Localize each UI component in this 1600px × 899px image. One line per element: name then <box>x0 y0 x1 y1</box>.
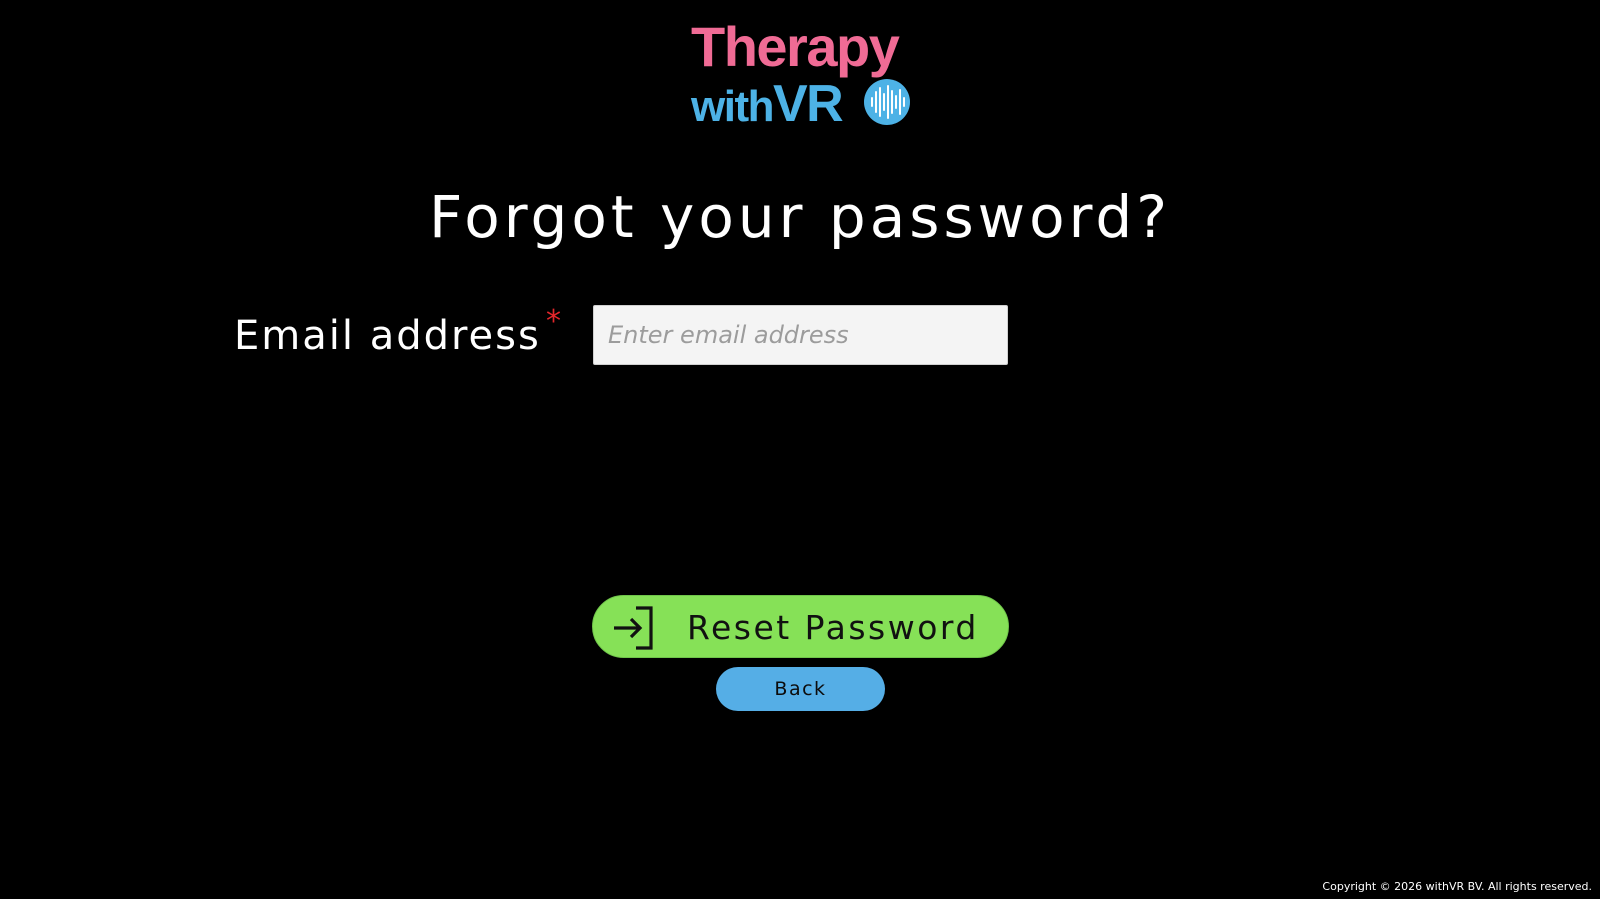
forgot-password-page: Therapy withVR Forgot your password? Ema… <box>0 0 1600 899</box>
back-button[interactable]: Back <box>716 667 885 711</box>
login-arrow-icon <box>614 606 653 650</box>
email-field[interactable] <box>593 305 1008 365</box>
page-title: Forgot your password? <box>428 183 1172 251</box>
logo-text-therapy: Therapy <box>691 15 900 78</box>
required-indicator: * <box>546 304 561 339</box>
logo-text-with: with <box>691 82 774 131</box>
reset-password-label: Reset Password <box>687 608 979 647</box>
logo-text-vr: VR <box>772 75 844 133</box>
reset-password-button[interactable]: Reset Password <box>592 595 1009 658</box>
email-field-label: Email address <box>234 313 541 359</box>
therapy-withvr-logo: Therapy withVR <box>689 15 913 133</box>
logo-text-withvr: withVR <box>691 74 844 137</box>
copyright-notice: Copyright © 2026 withVR BV. All rights r… <box>1322 880 1592 893</box>
soundwave-circle-icon <box>864 79 910 125</box>
